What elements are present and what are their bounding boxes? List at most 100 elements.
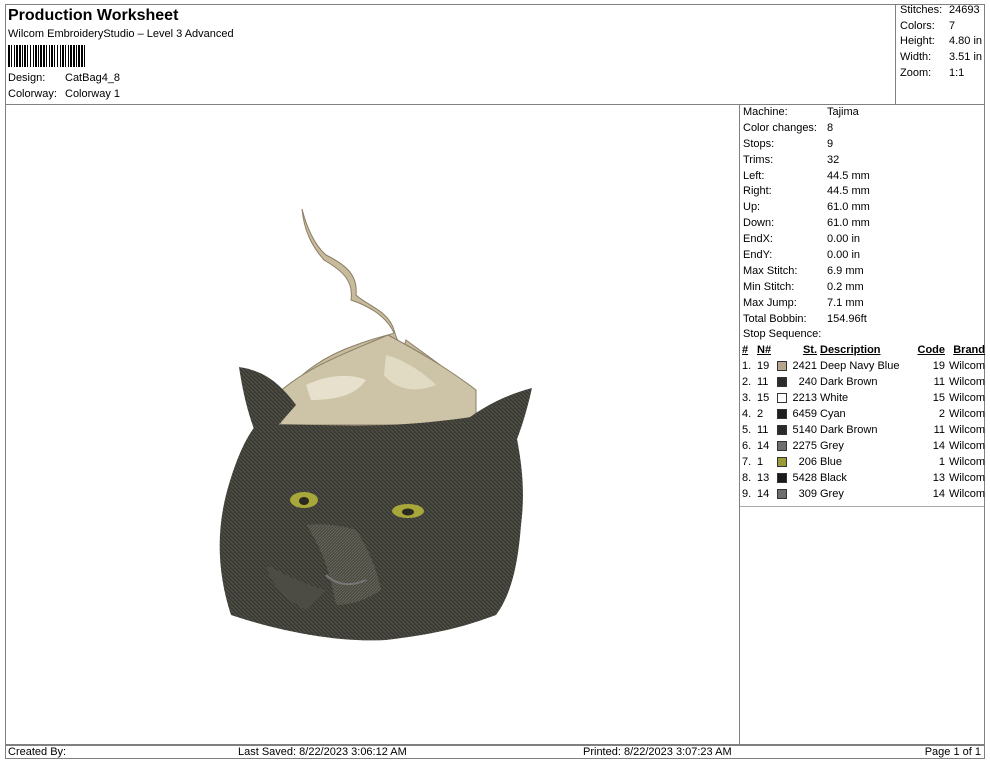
barcode-bar [40,45,42,67]
color-swatch [777,393,787,404]
stat-row: Width: 3.51 in [896,51,986,67]
stat-label: Stitches: [900,4,943,16]
stop-num: 1. [742,360,752,373]
software-subtitle: Wilcom EmbroideryStudio – Level 3 Advanc… [8,28,234,40]
color-swatch [777,440,787,451]
colorway-row: Colorway: Colorway 1 [8,86,234,102]
stop-brand: Wilcom [948,376,985,389]
printed-date: Printed: 8/22/2023 3:07:23 AM [583,745,732,758]
stop-description: White [820,392,849,405]
info-value: 0.00 in [827,249,861,262]
stop-row: 8. 13 5428 Black 13 Wilcom [742,471,985,487]
info-row: EndY: 0.00 in [740,248,984,264]
stop-brand: Wilcom [948,392,985,405]
barcode-bar [60,45,61,67]
info-row: Up: 61.0 mm [740,200,984,216]
stitch-count: 2213 [792,392,817,405]
color-swatch [777,424,787,435]
stop-description: Grey [820,487,844,500]
design-stats-box: Stitches: 24693 Colors: 7 Height: 4.80 in Widt… [895,4,986,105]
stop-num: 4. [742,408,752,420]
info-value: 0.00 in [827,233,861,246]
stat-label: Height: [900,35,935,48]
info-row: Left: 44.5 mm [740,169,984,185]
info-value: 9 [827,137,834,150]
header-info: Production Worksheet Wilcom EmbroiderySt… [8,6,234,102]
stat-value: 4.80 in [949,35,983,48]
barcode-bar [54,45,55,67]
info-row: EndX: 0.00 in [740,232,984,248]
info-row: Color changes: 8 [740,121,984,137]
barcode-bar [78,45,80,67]
design-label: Design: [8,72,46,84]
stop-sequence-header: # N# St. Description Code Brand [742,343,985,359]
stop-num: 8. [742,471,752,484]
worksheet-header: Production Worksheet Wilcom EmbroiderySt… [5,4,985,105]
stop-num: 5. [742,423,752,436]
barcode-bar [49,45,50,67]
stop-sequence-table: # N# St. Description Code Brand 1. 19 2421… [742,343,985,502]
stop-row: 6. 14 2275 Grey 14 Wilcom [742,439,985,455]
info-label: Machine: [743,106,788,118]
info-label: Color changes: [743,121,817,134]
stitch-count: 206 [798,455,817,468]
color-swatch [777,361,787,372]
stop-code: 1 [938,455,945,468]
info-row: Right: 44.5 mm [740,184,984,200]
machine-info-panel: Machine: Tajima Color changes: 8 Stops: 9 Trim… [740,105,985,745]
stop-n: 11 [757,376,769,389]
stitch-count: 2421 [792,360,817,373]
stop-code: 13 [932,471,945,484]
stat-row: Colors: 7 [896,20,986,36]
stitch-count: 6459 [792,408,817,420]
last-saved: Last Saved: 8/22/2023 3:06:12 AM [238,745,407,758]
stop-n: 15 [757,392,770,405]
stop-n: 2 [757,408,764,420]
created-by: Created By: [8,745,67,758]
stop-n: 1 [757,455,764,468]
info-label: Min Stitch: [743,280,795,293]
barcode-bar [70,45,72,67]
barcode-bar [38,45,39,67]
stat-row: Zoom: 1:1 [896,67,986,83]
stop-brand: Wilcom [948,360,985,373]
col-st: St. [802,344,817,357]
stat-value: 7 [949,19,956,32]
info-label: Trims: [743,153,774,166]
stop-stitches: 2275 [777,439,817,455]
stitch-count: 5140 [792,423,817,436]
info-value: 0.2 mm [827,280,864,293]
info-row: Max Jump: 7.1 mm [740,296,984,312]
info-value: 61.0 mm [827,217,870,230]
info-row: Stops: 9 [740,137,984,153]
col-n: N# [757,344,772,357]
stop-stitches: 309 [777,487,817,503]
stop-description: Blue [820,455,843,468]
info-row: Min Stitch: 0.2 mm [740,280,984,296]
stop-n: 11 [757,423,769,436]
col-code: Code [917,344,946,357]
stop-brand: Wilcom [948,423,985,436]
info-value: 7.1 mm [827,296,864,309]
stop-brand: Wilcom [948,408,985,420]
color-swatch [777,472,787,483]
info-label: Total Bobbin: [743,312,807,325]
stop-description: Dark Brown [820,376,878,389]
stop-stitches: 2213 [777,391,817,407]
info-label: Left: [743,169,765,182]
color-swatch [777,456,787,467]
stat-row: Height: 4.80 in [896,35,986,51]
stop-description: Black [820,471,847,484]
machine-info-list: Machine: Tajima Color changes: 8 Stops: 9 Trim… [740,105,984,327]
design-row: Design: CatBag4_8 [8,70,234,86]
stop-brand: Wilcom [948,471,985,484]
stop-description: Deep Navy Blue [820,360,900,373]
color-swatch [777,409,787,419]
stop-n: 13 [757,471,770,484]
barcode-bar [33,45,34,67]
stat-value: 24693 [949,4,980,16]
info-label: Max Jump: [743,296,797,309]
stop-num: 6. [742,439,752,452]
stop-code: 15 [932,392,945,405]
stop-sequence-title: Stop Sequence: [743,328,822,341]
